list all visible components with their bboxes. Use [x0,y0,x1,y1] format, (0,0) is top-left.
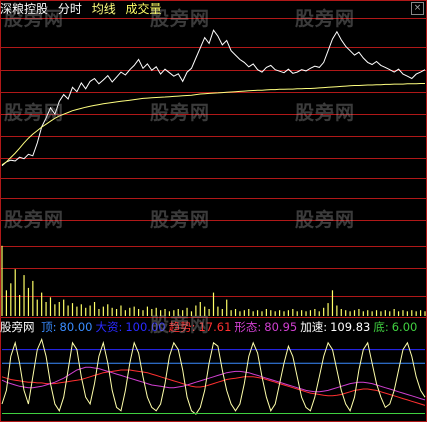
avg-legend: 均线 [91,2,116,16]
indicator-label: 形态: [234,320,262,334]
indicator-label: 底: [373,320,389,334]
chart-canvas [0,0,427,422]
indicator-value: 100.00 [125,320,166,334]
close-icon[interactable]: × [411,2,424,15]
mode-label[interactable]: 分时 [58,2,82,16]
stock-name: 深粮控股 [0,2,49,16]
indicator-label: 趋势: [168,320,196,334]
price-line [1,29,426,167]
indicator-value: 80.00 [59,320,93,334]
indicator-label: 大资: [95,320,123,334]
indicator-value: 17.61 [198,320,232,334]
indicator-label: 顶: [41,320,57,334]
indicator-label: 加速: [300,320,328,334]
indicator-value: 109.83 [330,320,371,334]
indicator-value: 6.00 [391,320,418,334]
indicator-legend: 股旁网 顶: 80.00 大资: 100.00 趋势: 17.61 形态: 80.95 加速: 1… [0,318,420,336]
chart-header: 深粮控股 分时 均线 成交量 [0,0,168,18]
chart-frame [0,0,427,422]
indicator-name: 股旁网 [0,320,35,334]
indicator-value: 80.95 [264,320,298,334]
vol-legend: 成交量 [125,2,162,16]
